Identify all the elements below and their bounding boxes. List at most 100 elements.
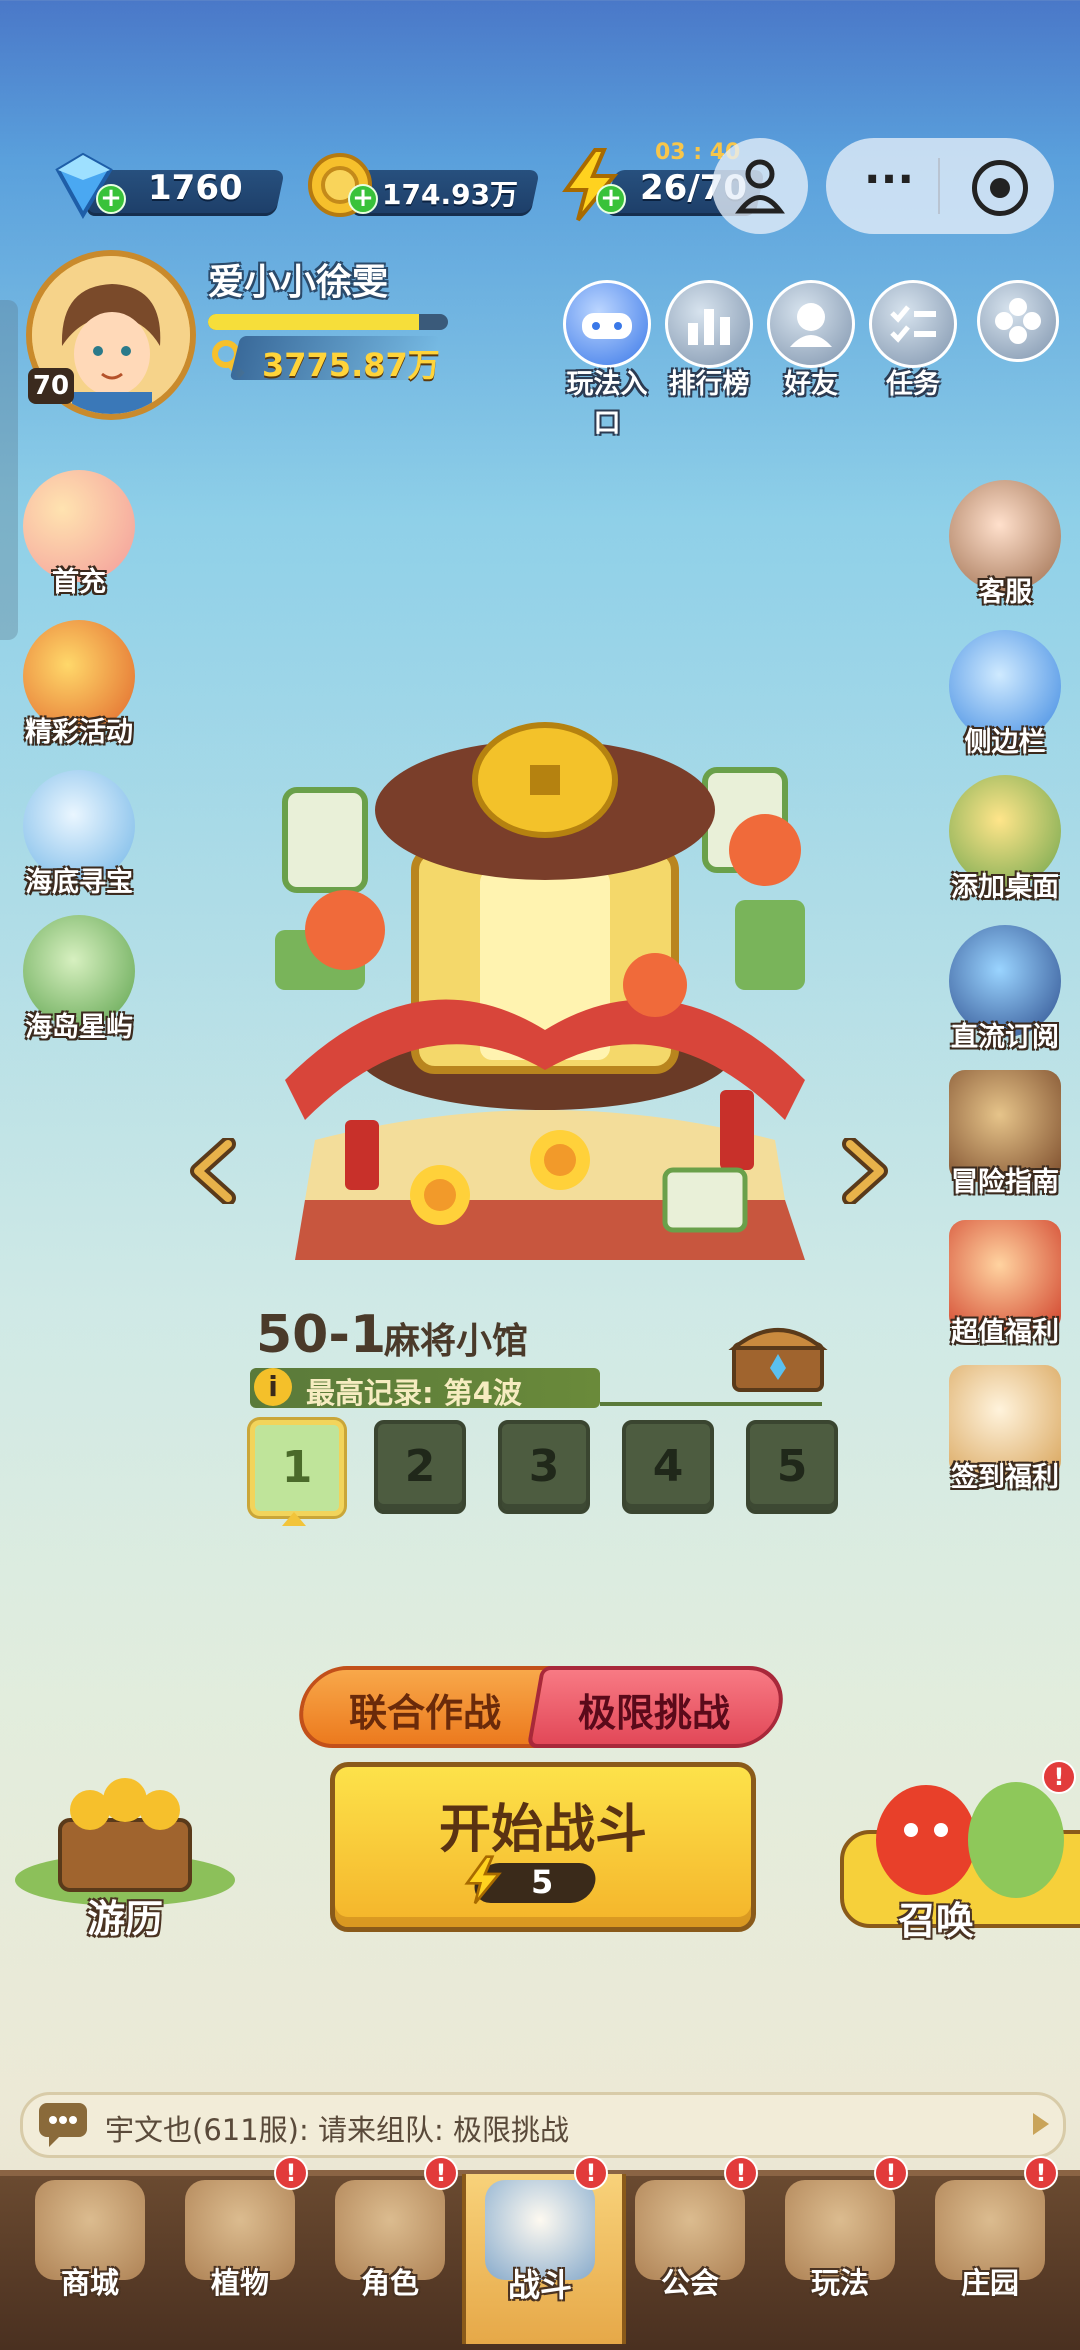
add-gems-button[interactable]: + (96, 184, 126, 214)
close-miniprogram-icon[interactable] (972, 160, 1028, 216)
stage-illustration[interactable] (265, 700, 825, 1290)
wave-button-4[interactable]: 4 (622, 1420, 714, 1514)
player-name: 爱小小徐雯 (208, 262, 389, 303)
nav-manor[interactable]: 庄园 ! (920, 2156, 1060, 2330)
tasks-icon (869, 280, 957, 368)
top-menu-label: 排行榜 (668, 369, 750, 400)
nav-guild[interactable]: 公会 ! (620, 2156, 760, 2330)
nav-label: 商城 (60, 2266, 119, 2300)
top-menu-label: 任务 (886, 369, 940, 400)
nav-label: 玩法 (810, 2266, 869, 2300)
nav-battle[interactable]: 战斗 ! (470, 2156, 610, 2330)
next-stage-arrow[interactable] (840, 1136, 890, 1206)
exp-bar-fill (208, 314, 420, 330)
nav-shop[interactable]: 商城 (20, 2180, 160, 2330)
chat-bar[interactable]: 宇文也(611服): 请来组队: 极限挑战 (20, 2092, 1066, 2158)
power-value: 3775.87万 (262, 346, 440, 384)
character-alert-badge: ! (424, 2156, 458, 2190)
nav-label: 庄园 (960, 2266, 1019, 2300)
wave-button-2[interactable]: 2 (374, 1420, 466, 1514)
top-menu-tasks[interactable]: 任务 (863, 280, 963, 401)
top-menu-leaderboard[interactable]: 排行榜 (659, 280, 759, 401)
chat-message: 宇文也(611服): 请来组队: 极限挑战 (105, 2113, 569, 2147)
left-menu-label: 首充 (52, 567, 106, 598)
right-menu-label: 直流订阅 (951, 1022, 1059, 1053)
stage-number: 50-1 (256, 1305, 387, 1365)
profile-capsule[interactable] (712, 138, 808, 234)
start-battle-button[interactable]: 开始战斗 5 (330, 1762, 756, 1932)
battle-alert-badge: ! (574, 2156, 608, 2190)
battle-cost: 5 (531, 1863, 554, 1901)
right-menu-label: 签到福利 (951, 1462, 1059, 1493)
right-menu-checkin[interactable]: 签到福利 (940, 1365, 1070, 1494)
left-menu-label: 海底寻宝 (25, 867, 133, 898)
gameplay-alert-badge: ! (874, 2156, 908, 2190)
menu-capsule: ··· (826, 138, 1054, 234)
prev-stage-arrow[interactable] (188, 1136, 238, 1206)
nav-gameplay[interactable]: 玩法 ! (770, 2156, 910, 2330)
right-menu-label: 客服 (978, 577, 1032, 608)
nav-label: 角色 (360, 2266, 419, 2300)
travel-label: 游历 (86, 1897, 163, 1941)
start-battle-label: 开始战斗 (438, 1800, 647, 1860)
user-icon (735, 159, 785, 214)
level-badge: 70 (28, 368, 74, 404)
right-menu-guide[interactable]: 冒险指南 (940, 1070, 1070, 1199)
info-icon: i (254, 1368, 292, 1406)
gems-value: 1760 (148, 168, 243, 208)
left-menu-sea-treasure[interactable]: 海底寻宝 (14, 770, 144, 899)
chat-bubble-icon (35, 2099, 91, 2149)
capsule-divider (938, 158, 940, 214)
left-menu-label: 海岛星屿 (25, 1012, 133, 1043)
selected-wave-pointer (282, 1512, 306, 1526)
nav-plants[interactable]: 植物 ! (170, 2156, 310, 2330)
add-coins-button[interactable]: + (348, 184, 378, 214)
nav-label: 公会 (660, 2266, 719, 2300)
four-leaf-icon (995, 298, 1041, 344)
top-menu-friends[interactable]: 好友 (761, 280, 861, 401)
left-menu-label: 精彩活动 (25, 717, 133, 748)
left-menu-island[interactable]: 海岛星屿 (14, 915, 144, 1044)
right-menu-subscribe[interactable]: 直流订阅 (940, 925, 1070, 1054)
plants-alert-badge: ! (274, 2156, 308, 2190)
summon-button[interactable]: ! 召唤 (836, 1760, 1080, 1950)
wave-button-5[interactable]: 5 (746, 1420, 838, 1514)
right-menu-support[interactable]: 客服 (940, 480, 1070, 609)
record-text: 最高记录: 第4波 (306, 1376, 522, 1410)
summon-label: 召唤 (897, 1899, 974, 1943)
guild-alert-badge: ! (724, 2156, 758, 2190)
right-menu-value-benefits[interactable]: 超值福利 (940, 1220, 1070, 1349)
more-menu-button[interactable] (977, 280, 1059, 362)
nav-label: 植物 (210, 2266, 269, 2300)
coop-battle-label: 联合作战 (348, 1691, 501, 1735)
lightning-icon (463, 1851, 503, 1909)
coins-value: 174.93万 (382, 178, 519, 211)
add-energy-button[interactable]: + (596, 184, 626, 214)
wave-button-1[interactable]: 1 (250, 1420, 344, 1516)
right-menu-add-desktop[interactable]: 添加桌面 (940, 775, 1070, 904)
stage-name: 麻将小馆 (384, 1321, 529, 1362)
top-menu-play-entry[interactable]: 玩法入口 (557, 280, 657, 440)
treasure-chest-icon[interactable] (728, 1318, 828, 1394)
manor-alert-badge: ! (1024, 2156, 1058, 2190)
right-menu-sidebar[interactable]: 侧边栏 (940, 630, 1070, 759)
top-menu-label: 玩法入口 (566, 369, 648, 439)
chat-expand-icon[interactable] (1033, 2113, 1049, 2135)
wave-button-3[interactable]: 3 (498, 1420, 590, 1514)
left-menu-events[interactable]: 精彩活动 (14, 620, 144, 749)
right-menu-label: 冒险指南 (951, 1167, 1059, 1198)
nav-label: 战斗 (507, 2266, 572, 2304)
exp-bar (208, 314, 448, 330)
top-menu-label: 好友 (784, 369, 838, 400)
gamepad-icon (563, 280, 651, 368)
summon-alert-badge: ! (1042, 1760, 1076, 1794)
nav-character[interactable]: 角色 ! (320, 2156, 460, 2330)
record-underline (600, 1402, 822, 1406)
more-options-icon[interactable]: ··· (854, 158, 924, 210)
friends-icon (767, 280, 855, 368)
left-menu-first-recharge[interactable]: 首充 (14, 470, 144, 599)
right-menu-label: 添加桌面 (951, 872, 1059, 903)
right-menu-label: 超值福利 (951, 1317, 1059, 1348)
travel-button[interactable]: 游历 (10, 1770, 240, 1941)
right-menu-label: 侧边栏 (964, 727, 1046, 758)
